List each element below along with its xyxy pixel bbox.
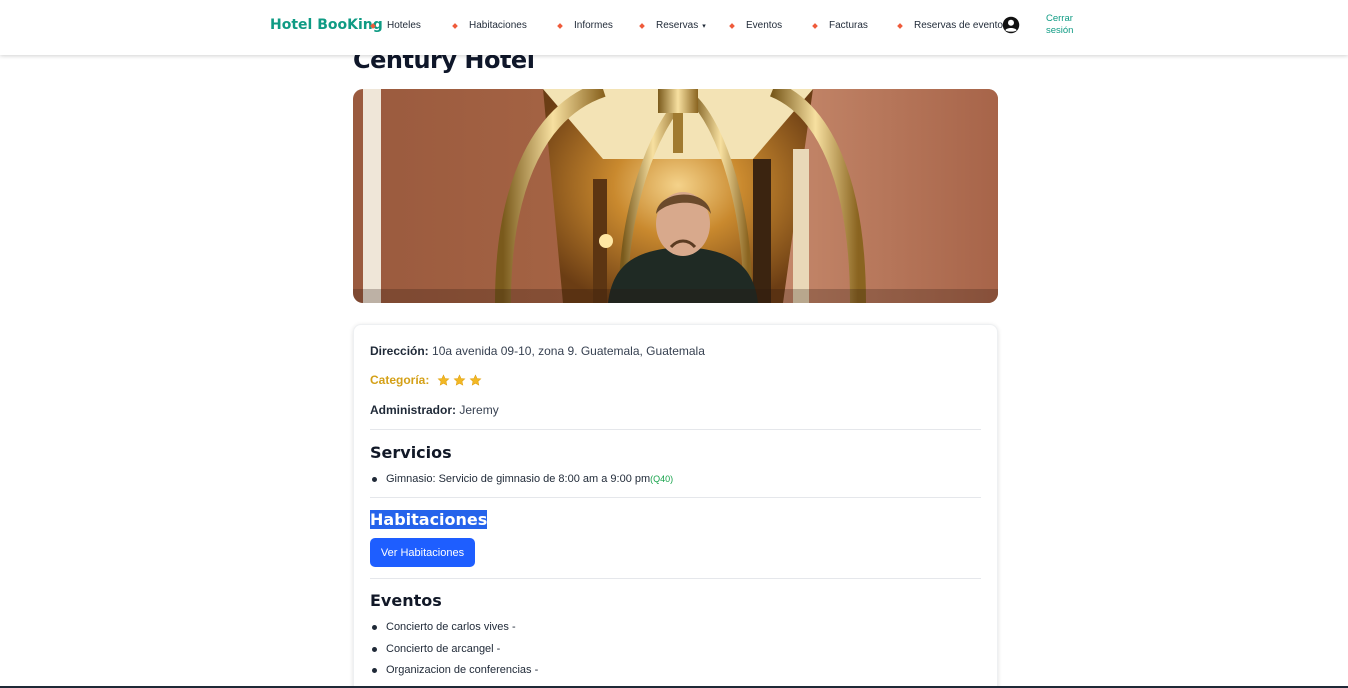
admin-row: Administrador: Jeremy [370, 403, 499, 417]
category-stars [437, 374, 482, 387]
bullet-icon [639, 22, 645, 29]
user-circle-icon[interactable] [1002, 16, 1020, 34]
divider [370, 578, 981, 579]
list-item: Concierto de arcangel - [370, 641, 538, 663]
nav-item-eventos[interactable]: Eventos [729, 20, 783, 31]
bellhop-cart-illustration [353, 89, 998, 303]
list-item: Concierto de carlos vives - [370, 619, 538, 641]
star-icon [469, 374, 482, 386]
events-title: Eventos [370, 591, 442, 610]
bullet-icon [370, 22, 376, 29]
logout-label-line1: Cerrar [1046, 13, 1073, 24]
address-label: Dirección: [370, 344, 429, 358]
top-navbar: Hotel BooKing Hoteles Habitaciones Infor… [0, 0, 1348, 55]
admin-label: Administrador: [370, 403, 457, 417]
divider [370, 429, 981, 430]
nav-item-label: Hoteles [387, 20, 421, 31]
admin-value: Jeremy [459, 403, 499, 417]
bullet-icon [812, 22, 818, 29]
rooms-title-text: Habitaciones [370, 510, 488, 529]
address-row: Dirección: 10a avenida 09-10, zona 9. Gu… [370, 344, 705, 358]
brand-logo-text[interactable]: Hotel BooKing [270, 17, 383, 33]
nav-item-reservas[interactable]: Reservas ▾ [639, 20, 706, 31]
services-title: Servicios [370, 443, 452, 462]
bullet-icon [897, 22, 903, 29]
nav-item-reservas-de-eventos[interactable]: Reservas de eventos [897, 20, 1008, 31]
hotel-details-card: Dirección: 10a avenida 09-10, zona 9. Gu… [353, 324, 998, 688]
view-rooms-button[interactable]: Ver Habitaciones [370, 538, 475, 567]
service-name: Gimnasio: [386, 473, 436, 485]
list-item: Gimnasio: Servicio de gimnasio de 8:00 a… [370, 471, 673, 493]
logout-link[interactable]: Cerrar sesión [1046, 13, 1086, 37]
nav-item-label: Reservas de eventos [914, 20, 1008, 31]
category-label: Categoría: [370, 373, 430, 387]
events-list: Concierto de carlos vives - Concierto de… [370, 619, 538, 684]
address-value: 10a avenida 09-10, zona 9. Guatemala, Gu… [432, 344, 705, 358]
logout-label-line2: sesión [1046, 25, 1074, 36]
nav-item-hoteles[interactable]: Hoteles [370, 20, 421, 31]
service-description: Servicio de gimnasio de 8:00 am a 9:00 p… [438, 473, 651, 485]
nav-item-habitaciones[interactable]: Habitaciones [452, 20, 527, 31]
nav-item-label: Reservas [656, 20, 699, 31]
star-icon [437, 374, 450, 386]
star-icon [453, 374, 466, 386]
services-list: Gimnasio: Servicio de gimnasio de 8:00 a… [370, 471, 673, 493]
caret-down-icon: ▾ [702, 22, 706, 30]
rooms-title: Habitaciones [370, 510, 488, 529]
hotel-image [353, 89, 998, 303]
nav-item-facturas[interactable]: Facturas [812, 20, 868, 31]
list-item: Organizacion de conferencias - [370, 662, 538, 684]
bullet-icon [557, 22, 563, 29]
bullet-icon [729, 22, 735, 29]
nav-item-label: Facturas [829, 20, 868, 31]
nav-item-label: Habitaciones [469, 20, 527, 31]
bullet-icon [452, 22, 458, 29]
nav-item-informes[interactable]: Informes [557, 20, 613, 31]
category-row: Categoría: [370, 373, 482, 387]
divider [370, 497, 981, 498]
nav-item-label: Informes [574, 20, 613, 31]
nav-item-label: Eventos [746, 20, 783, 31]
service-price: (Q40) [650, 474, 674, 484]
